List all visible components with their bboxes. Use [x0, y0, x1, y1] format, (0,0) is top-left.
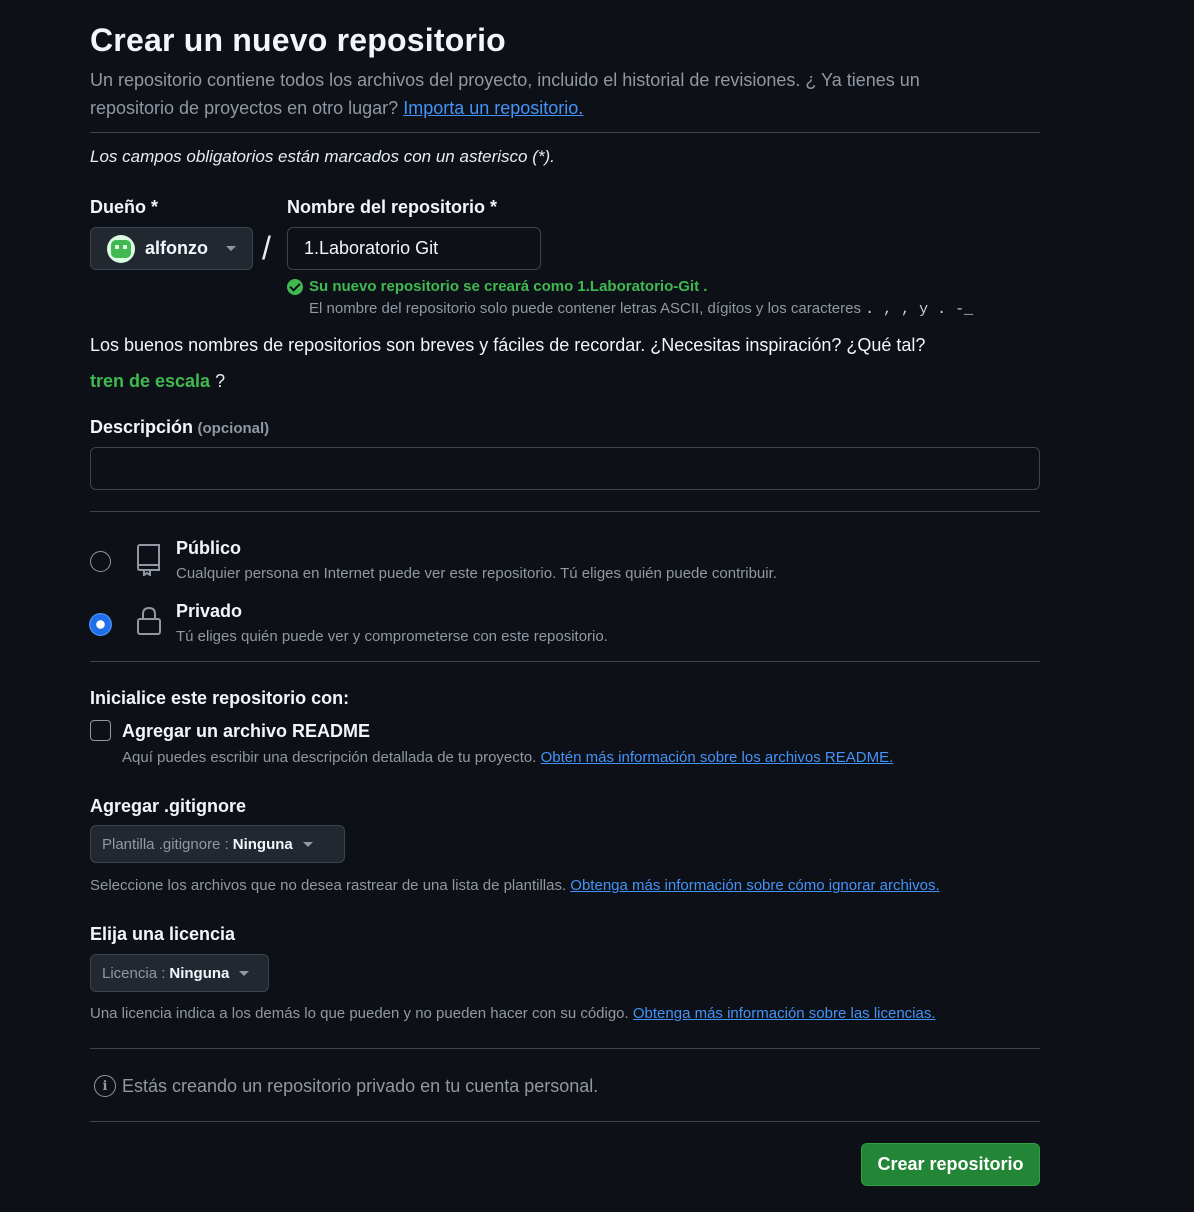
optional-label: (opcional) — [197, 420, 270, 437]
repo-name-input[interactable] — [287, 227, 541, 270]
avatar — [107, 234, 135, 263]
success-text: Su nuevo repositorio se creará como 1.La… — [309, 278, 708, 295]
private-info-text: Estás creando un repositorio privado en … — [122, 1075, 599, 1096]
description-label-row: Descripción (opcional) — [90, 417, 269, 438]
owner-select-button[interactable]: alfonzo — [90, 227, 253, 270]
gitignore-select-prefix: Plantilla .gitignore : — [102, 835, 229, 853]
public-title: Público — [176, 538, 242, 558]
repo-name-success: Su nuevo repositorio se creará como 1.La… — [287, 278, 707, 295]
license-description: Una licencia indica a los demás lo que p… — [90, 1005, 936, 1022]
gitignore-heading: Agregar .gitignore — [90, 796, 247, 816]
caret-down-icon — [239, 970, 250, 976]
divider — [90, 511, 1040, 512]
license-description-text: Una licencia indica a los demás lo que p… — [90, 1005, 629, 1022]
readme-description-text: Aquí puedes escribir una descripción det… — [122, 749, 537, 766]
description-input[interactable] — [90, 447, 1040, 490]
license-info-link[interactable]: Obtenga más información sobre las licenc… — [633, 1005, 936, 1022]
name-suggestion-text: Los buenos nombres de repositorios son b… — [90, 335, 926, 355]
gitignore-template-select[interactable]: Plantilla .gitignore : Ninguna — [90, 825, 345, 863]
private-title: Privado — [176, 601, 243, 621]
description-label: Descripción — [90, 417, 194, 437]
license-select-value: Ninguna — [169, 964, 230, 982]
readme-info-link[interactable]: Obtén más información sobre los archivos… — [541, 749, 894, 766]
name-suggestion: tren de escala ? — [90, 371, 225, 392]
owner-repo-separator: / — [262, 230, 271, 266]
check-circle-icon — [287, 278, 303, 295]
repo-icon — [137, 544, 160, 576]
readme-label: Agregar un archivo README — [122, 721, 371, 741]
required-fields-note: Los campos obligatorios están marcados c… — [90, 147, 555, 166]
suggested-name-button[interactable]: tren de escala — [90, 371, 210, 391]
divider — [90, 661, 1040, 662]
caret-down-icon — [226, 246, 236, 251]
gitignore-info-link[interactable]: Obtenga más información sobre cómo ignor… — [570, 877, 939, 894]
divider — [90, 1121, 1040, 1122]
gitignore-select-value: Ninguna — [232, 835, 293, 853]
ascii-hint: El nombre del repositorio solo puede con… — [309, 300, 973, 318]
owner-label: Dueño * — [90, 197, 159, 217]
private-radio[interactable] — [90, 614, 111, 635]
page-subtitle: Un repositorio contiene todos los archiv… — [90, 66, 990, 122]
public-description: Cualquier persona en Internet puede ver … — [176, 565, 777, 582]
import-repository-link[interactable]: Importa un repositorio. — [403, 98, 583, 118]
caret-down-icon — [302, 841, 313, 847]
create-repository-button[interactable]: Crear repositorio — [861, 1143, 1040, 1186]
license-select[interactable]: Licencia : Ninguna — [90, 954, 269, 992]
license-heading: Elija una licencia — [90, 924, 236, 944]
private-info-note: i Estás creando un repositorio privado e… — [94, 1075, 598, 1097]
ascii-chars: . , , y . -_ — [865, 301, 974, 318]
private-description: Tú eliges quién puede ver y comprometers… — [176, 628, 608, 645]
suggestion-suffix: ? — [215, 371, 226, 391]
divider — [90, 1048, 1040, 1049]
init-heading: Inicialice este repositorio con: — [90, 688, 350, 708]
divider — [90, 132, 1040, 133]
ascii-hint-text: El nombre del repositorio solo puede con… — [309, 300, 861, 317]
page-title: Crear un nuevo repositorio — [90, 22, 506, 58]
readme-description: Aquí puedes escribir una descripción det… — [122, 749, 893, 766]
license-select-prefix: Licencia : — [102, 964, 166, 982]
repo-name-label: Nombre del repositorio * — [287, 197, 498, 217]
info-icon: i — [94, 1075, 116, 1097]
public-radio[interactable] — [90, 551, 111, 572]
readme-checkbox[interactable] — [90, 720, 111, 741]
gitignore-description: Seleccione los archivos que no desea ras… — [90, 877, 940, 894]
owner-name: alfonzo — [145, 238, 208, 258]
gitignore-description-text: Seleccione los archivos que no desea ras… — [90, 877, 567, 894]
lock-icon — [137, 606, 161, 635]
